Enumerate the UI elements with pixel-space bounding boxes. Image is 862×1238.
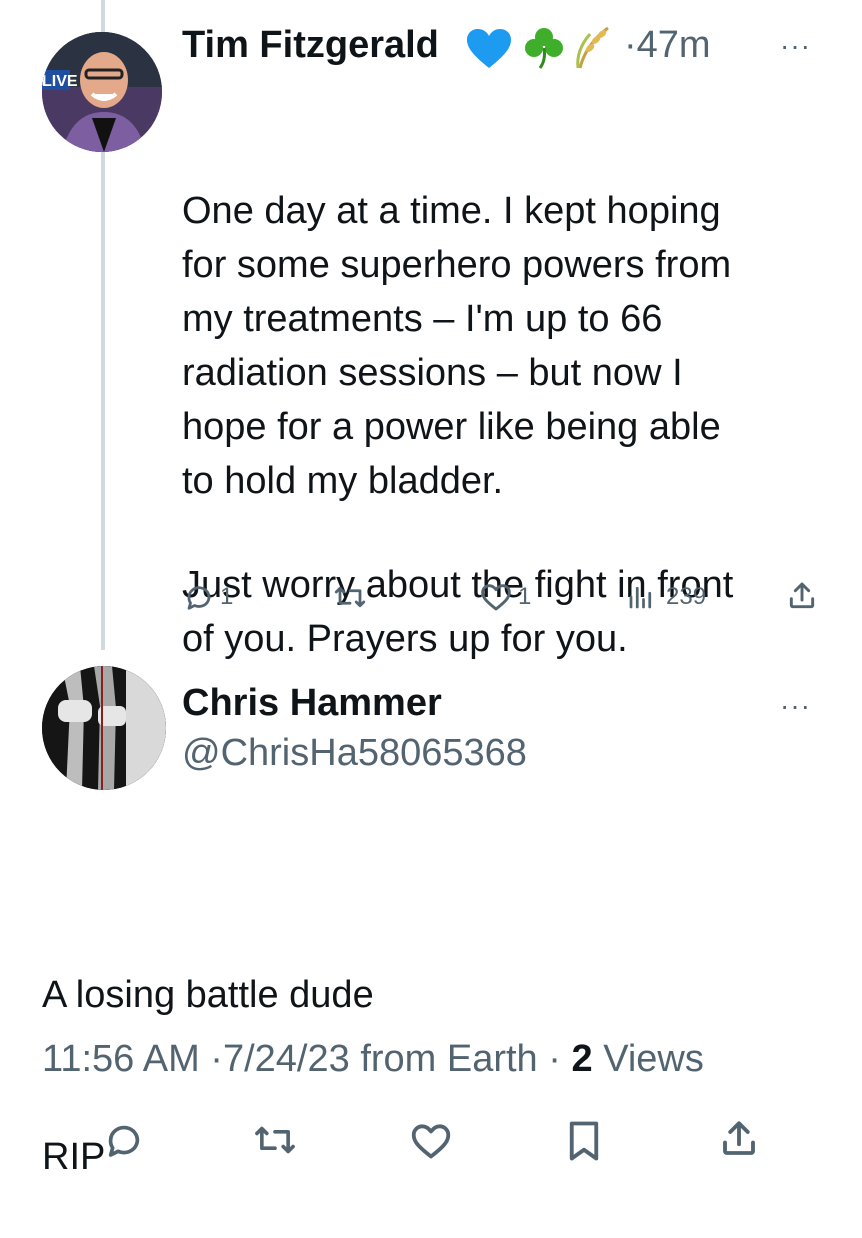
retweet-button[interactable] <box>252 1120 298 1160</box>
separator-dot: · <box>548 1038 561 1080</box>
tweet-source: from Earth <box>360 1038 538 1080</box>
tweet-line: A losing battle dude <box>42 974 374 1016</box>
like-button[interactable]: 1 <box>480 582 531 612</box>
retweet-icon <box>255 1126 295 1154</box>
separator-dot: · <box>624 24 637 66</box>
shamrock-icon <box>522 26 566 75</box>
author-name[interactable]: Chris Hammer <box>182 682 442 724</box>
views-button[interactable]: 239 <box>626 582 706 612</box>
share-button[interactable] <box>786 580 818 612</box>
reply-button[interactable]: 1 <box>184 582 233 612</box>
like-icon <box>481 584 511 611</box>
like-icon <box>411 1124 451 1159</box>
like-button[interactable] <box>410 1122 452 1160</box>
views-label: Views <box>603 1038 704 1080</box>
tweet-time[interactable]: 11:56 AM <box>42 1038 200 1080</box>
reply-icon <box>187 586 211 610</box>
more-dots: ··· <box>780 690 811 721</box>
more-options-button[interactable]: ··· <box>780 30 811 62</box>
share-icon <box>723 1121 755 1155</box>
views-count: 2 <box>571 1038 593 1080</box>
author-handle[interactable]: @ChrisHa58065368 <box>182 732 527 774</box>
avatar[interactable]: LIVE <box>42 32 162 152</box>
more-options-button[interactable]: ··· <box>780 690 811 722</box>
tweet-time[interactable]: 47m <box>637 24 711 66</box>
reply-icon <box>108 1125 140 1157</box>
tweet-date[interactable]: 7/24/23 <box>223 1038 350 1080</box>
share-icon <box>789 582 815 609</box>
more-dots: ··· <box>780 30 811 61</box>
retweet-button[interactable] <box>332 582 368 612</box>
reply-button[interactable] <box>104 1120 144 1160</box>
separator-dot: · <box>210 1038 223 1080</box>
share-button[interactable] <box>718 1118 760 1160</box>
tweet-metadata: 11:56 AM ·7/24/23 from Earth · 2 Views <box>42 1032 842 1086</box>
tweet-paragraph: Just worry about the fight in front of y… <box>182 564 734 660</box>
bookmark-button[interactable] <box>566 1120 602 1162</box>
reply-count: 1 <box>220 583 234 610</box>
like-count: 1 <box>518 583 532 610</box>
view-count: 239 <box>666 583 707 610</box>
author-name[interactable]: Tim Fitzgerald <box>182 24 439 66</box>
avatar-live-text: LIVE <box>42 73 78 90</box>
blue-heart-icon <box>466 28 512 75</box>
wheat-icon <box>572 24 618 75</box>
bookmark-icon <box>569 1121 599 1161</box>
avatar-xray-image <box>42 666 166 790</box>
avatar[interactable] <box>42 666 166 790</box>
avatar-photo: LIVE <box>42 32 162 152</box>
views-icon <box>629 586 652 609</box>
retweet-icon <box>334 586 366 608</box>
